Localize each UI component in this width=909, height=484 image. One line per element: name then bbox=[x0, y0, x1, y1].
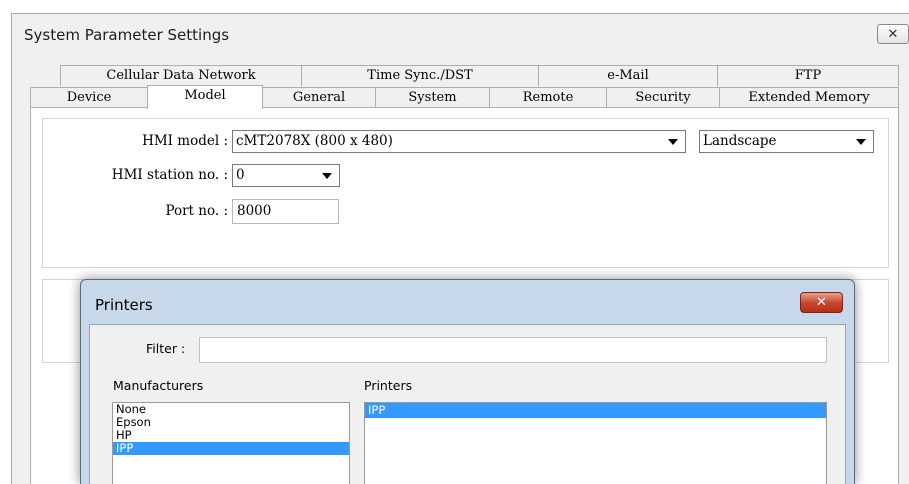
printers-close-button[interactable]: ✕ bbox=[800, 292, 843, 313]
tab-extended-memory[interactable]: Extended Memory bbox=[719, 87, 899, 108]
printers-label: Printers bbox=[364, 378, 413, 393]
manufacturers-label: Manufacturers bbox=[113, 378, 204, 393]
tab-e-mail[interactable]: e-Mail bbox=[538, 65, 718, 86]
tab-ftp[interactable]: FTP bbox=[717, 65, 899, 86]
chevron-down-icon bbox=[856, 139, 866, 145]
tab-time-sync-dst[interactable]: Time Sync./DST bbox=[301, 65, 539, 86]
list-item-selected[interactable]: IPP bbox=[365, 403, 826, 418]
chevron-down-icon bbox=[322, 173, 332, 179]
tab-cellular-data-network[interactable]: Cellular Data Network bbox=[60, 65, 302, 86]
close-icon: ✕ bbox=[887, 26, 899, 42]
hmi-model-select[interactable]: cMT2078X (800 x 480) bbox=[232, 130, 686, 153]
hmi-station-select[interactable]: 0 bbox=[232, 164, 340, 187]
window-title: System Parameter Settings bbox=[24, 26, 230, 44]
close-icon: ✕ bbox=[816, 295, 827, 310]
orientation-value: Landscape bbox=[703, 133, 777, 149]
printers-dialog-title: Printers bbox=[95, 296, 153, 314]
manufacturers-list[interactable]: None Epson HP IPP bbox=[112, 402, 350, 484]
tab-system[interactable]: System bbox=[375, 87, 490, 108]
list-item-selected[interactable]: IPP bbox=[113, 442, 349, 455]
tab-general[interactable]: General bbox=[262, 87, 376, 108]
filter-input[interactable] bbox=[199, 337, 827, 363]
port-label: Port no. : bbox=[165, 203, 228, 219]
tab-remote[interactable]: Remote bbox=[489, 87, 607, 108]
orientation-select[interactable]: Landscape bbox=[699, 130, 874, 153]
chevron-down-icon bbox=[668, 139, 678, 145]
window-close-button[interactable]: ✕ bbox=[877, 24, 909, 44]
list-item[interactable]: Epson bbox=[113, 416, 349, 429]
hmi-model-label: HMI model : bbox=[142, 133, 228, 149]
tab-model[interactable]: Model bbox=[147, 85, 263, 109]
tab-security[interactable]: Security bbox=[606, 87, 720, 108]
port-input[interactable]: 8000 bbox=[232, 199, 339, 224]
filter-label: Filter : bbox=[146, 341, 186, 356]
hmi-model-value: cMT2078X (800 x 480) bbox=[236, 133, 393, 149]
hmi-station-value: 0 bbox=[236, 167, 245, 183]
printers-dialog: Printers ✕ Filter : Manufacturers Printe… bbox=[80, 279, 855, 484]
printers-dialog-body: Filter : Manufacturers Printers None Eps… bbox=[89, 324, 846, 484]
hmi-station-label: HMI station no. : bbox=[111, 167, 228, 183]
list-item[interactable]: HP bbox=[113, 429, 349, 442]
tab-device[interactable]: Device bbox=[30, 87, 148, 108]
printers-list[interactable]: IPP bbox=[364, 402, 827, 484]
